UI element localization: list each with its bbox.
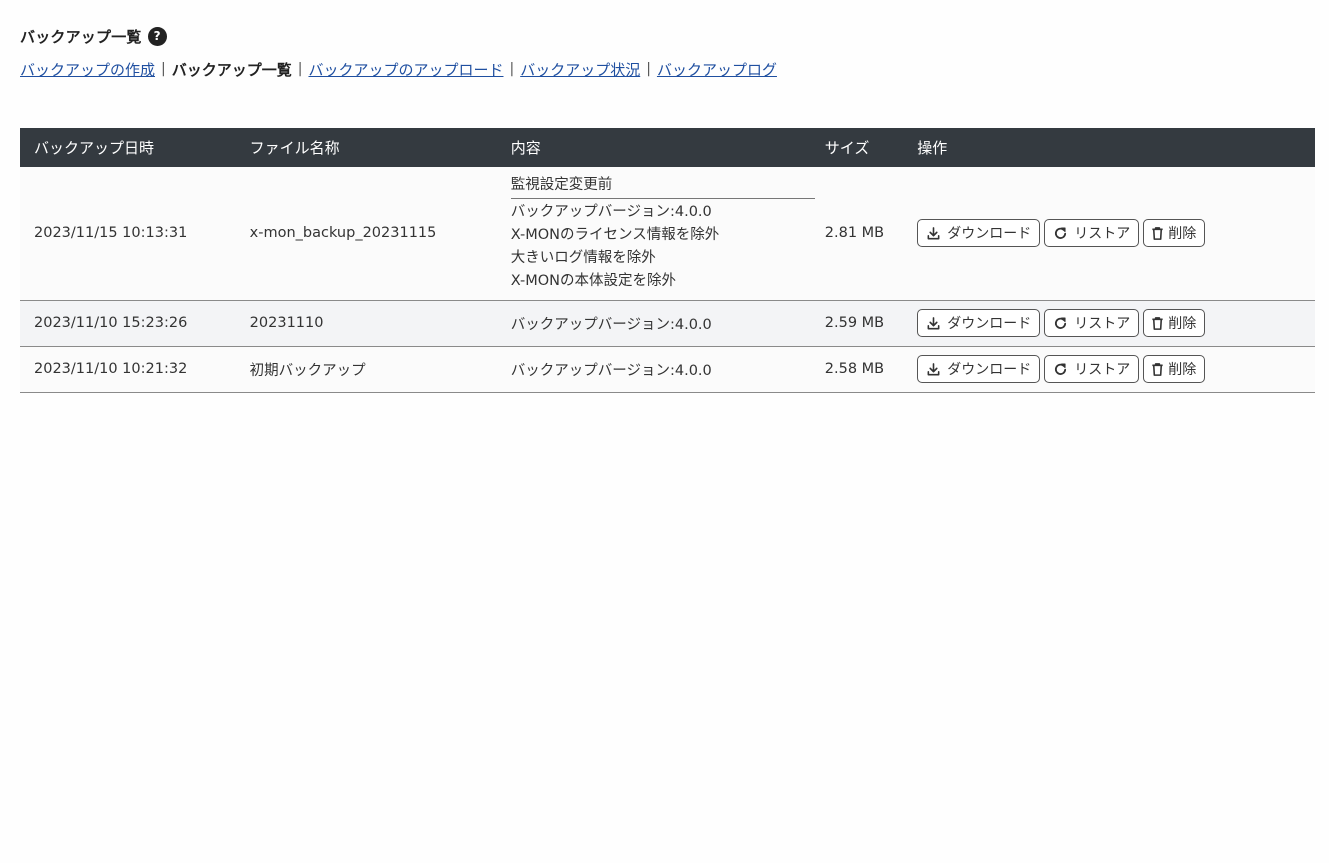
download-icon [926,362,941,377]
nav-link-backup-status[interactable]: バックアップ状況 [520,59,640,80]
help-circle-icon[interactable]: ? [147,26,167,46]
restore-arrow-icon [1053,362,1068,377]
delete-button-label: 削除 [1168,226,1197,243]
restore-arrow-icon [1053,316,1068,331]
restore-button-label: リストア [1074,316,1131,332]
content-line: X-MONのライセンス情報を除外 [510,226,720,243]
backup-nav: バックアップの作成 | バックアップ一覧 | バックアップのアップロード | バ… [20,57,777,81]
download-button[interactable]: ダウンロード [917,219,1041,248]
cell-size: 2.81 MB [814,167,908,301]
delete-button[interactable]: 削除 [1143,309,1206,337]
download-button-label: ダウンロード [947,316,1032,332]
delete-button[interactable]: 削除 [1143,355,1206,383]
nav-link-upload-backup[interactable]: バックアップのアップロード [308,59,503,80]
download-button[interactable]: ダウンロード [917,309,1041,337]
table-row: 2023/11/15 10:13:31 x-mon_backup_2023111… [20,167,1315,301]
cell-datetime: 2023/11/15 10:13:31 [20,167,236,301]
download-icon [926,226,941,241]
backup-list-page: バックアップ一覧 ? バックアップの作成 | バックアップ一覧 | バックアップ… [0,0,1329,863]
nav-link-create-backup[interactable]: バックアップの作成 [20,59,155,80]
cell-content: バックアップバージョン:4.0.0 [500,346,815,393]
cell-size: 2.59 MB [814,300,908,347]
cell-filename: 初期バックアップ [235,346,501,393]
backup-memo: 監視設定変更前 [510,174,815,199]
page-title: バックアップ一覧 [20,27,142,46]
nav-separator: | [509,61,515,77]
download-button-label: ダウンロード [947,226,1032,243]
delete-button-label: 削除 [1168,316,1197,332]
cell-operations: ダウンロード リストア 削除 [907,167,1315,301]
trash-icon [1150,316,1165,331]
delete-button-label: 削除 [1168,362,1197,378]
cell-filename: 20231110 [235,300,501,347]
restore-button[interactable]: リストア [1044,219,1140,248]
restore-arrow-icon [1053,226,1068,241]
column-header-filename: ファイル名称 [235,128,501,167]
column-header-operations: 操作 [907,128,1315,167]
content-line: バックアップバージョン:4.0.0 [510,316,712,333]
download-button[interactable]: ダウンロード [917,355,1041,383]
cell-content: バックアップバージョン:4.0.0 [500,300,815,347]
cell-operations: ダウンロード リストア 削除 [907,346,1315,393]
title-row: バックアップ一覧 ? [20,24,167,48]
restore-button-label: リストア [1074,226,1131,243]
content-line: バックアップバージョン:4.0.0 [510,362,712,379]
trash-icon [1150,362,1165,377]
cell-size: 2.58 MB [814,346,908,393]
download-icon [926,316,941,331]
cell-datetime: 2023/11/10 10:21:32 [20,346,236,393]
nav-separator: | [161,61,166,77]
trash-icon [1150,226,1165,241]
nav-current-backup-list: バックアップ一覧 [171,60,292,79]
cell-filename: x-mon_backup_20231115 [235,167,501,301]
backup-table: バックアップ日時 ファイル名称 内容 サイズ 操作 2023/11/15 10:… [20,128,1315,393]
download-button-label: ダウンロード [947,362,1032,378]
content-line: X-MONの本体設定を除外 [510,272,676,289]
restore-button-label: リストア [1074,362,1131,378]
restore-button[interactable]: リストア [1044,309,1140,337]
cell-content: 監視設定変更前 バックアップバージョン:4.0.0 X-MONのライセンス情報を… [500,167,815,301]
nav-separator: | [297,61,303,77]
column-header-size: サイズ [814,128,908,167]
content-line: バックアップバージョン:4.0.0 [510,203,712,220]
cell-operations: ダウンロード リストア 削除 [907,300,1315,347]
table-header: バックアップ日時 ファイル名称 内容 サイズ 操作 [20,128,1315,167]
content-line: 大きいログ情報を除外 [510,249,656,266]
cell-datetime: 2023/11/10 15:23:26 [20,300,236,347]
delete-button[interactable]: 削除 [1143,219,1206,248]
table-row: 2023/11/10 10:21:32 初期バックアップ バックアップバージョン… [20,346,1315,393]
table-row: 2023/11/10 15:23:26 20231110 バックアップバージョン… [20,300,1315,347]
column-header-content: 内容 [500,128,815,167]
nav-separator: | [646,61,651,77]
nav-link-backup-log[interactable]: バックアップログ [657,59,777,80]
restore-button[interactable]: リストア [1044,355,1140,383]
column-header-datetime: バックアップ日時 [20,128,236,167]
